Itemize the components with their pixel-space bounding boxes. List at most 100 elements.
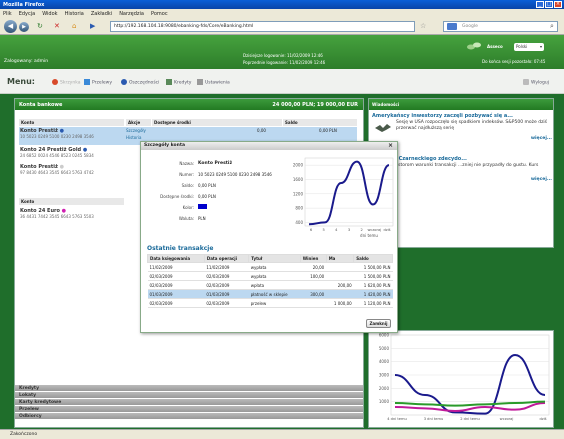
y-tick-label: 1000 xyxy=(379,399,390,404)
news-more-link[interactable]: więcej... xyxy=(372,177,552,182)
x-tick-label: dziś xyxy=(539,417,546,421)
minimize-button[interactable]: _ xyxy=(536,1,544,8)
table-row[interactable]: 01/03/2009 01/03/2009 płatność w sklepie 30… xyxy=(147,289,393,299)
y-tick-label: 5000 xyxy=(379,346,390,351)
star-icon[interactable]: ☆ xyxy=(420,23,426,30)
section-karty[interactable]: Karty kredytowe xyxy=(15,398,363,405)
search-icon[interactable]: ⌕ xyxy=(550,23,554,30)
y-tick-label: 6000 xyxy=(379,333,390,338)
history-chart: 400 800 1200 1600 2000 6 5 4 3 2 wczoraj dziś dni te… xyxy=(293,157,394,238)
table-row[interactable]: 11/02/2009 11/02/2009 wypłata 20,00 1 500,00… xyxy=(147,262,393,272)
menu-oszczednosci[interactable]: Oszczędności xyxy=(121,79,159,86)
home-icon[interactable]: ⌂ xyxy=(72,23,76,30)
forward-icon[interactable]: ▶ xyxy=(19,22,29,32)
table-row[interactable]: 02/03/2009 02/03/2009 wpłata 200,00 1 620,00… xyxy=(147,280,393,290)
logout-button[interactable]: Wyloguj xyxy=(523,79,549,86)
close-window-button[interactable]: × xyxy=(554,1,562,8)
menu-pomoc[interactable]: Pomoc xyxy=(151,11,168,17)
table-header-row: Data księgowania Data operacji Tytuł Win… xyxy=(147,254,393,263)
close-button[interactable]: Zamknij xyxy=(366,319,391,328)
y-tick-label: 2000 xyxy=(293,163,304,168)
account-row-2[interactable]: Konto 24 Prestiż Gold ● 24 6852 0024 454… xyxy=(19,146,124,164)
menu-historia[interactable]: Historia xyxy=(65,11,84,17)
table-cell: 300,00 xyxy=(300,289,327,299)
table-cell: 1 120,00 PLN xyxy=(353,298,393,308)
menu-ustawienia[interactable]: Ustawienia xyxy=(197,79,230,86)
brand-logo-icon xyxy=(466,41,482,51)
col-operation-date[interactable]: Data operacji xyxy=(203,254,250,263)
x-tick-label: wczoraj xyxy=(500,417,514,421)
reload-icon[interactable]: ↻ xyxy=(37,23,43,30)
brand-name: Asseco xyxy=(487,44,503,49)
window-title: Mozilla Firefox xyxy=(3,2,45,8)
section-kredyty[interactable]: Kredyty xyxy=(15,384,363,391)
col-title[interactable]: Tytuł xyxy=(248,254,301,263)
x-tick-label: 2 dni temu xyxy=(460,417,480,421)
table-cell: 02/03/2009 xyxy=(204,271,249,281)
menu-skrzynka[interactable]: Skrzynka xyxy=(52,79,80,86)
news-headline[interactable]: Amerykańscy inwestorzy zaczęli pozbywać … xyxy=(372,113,552,119)
field-label-available: Dostępne środki: xyxy=(160,194,194,199)
language-select[interactable]: Polski ▾ xyxy=(514,43,544,51)
maximize-button[interactable]: □ xyxy=(545,1,553,8)
field-value-number: 10 5023 0249 5100 0230 2498 3546 xyxy=(198,172,272,177)
savings-icon xyxy=(121,79,127,85)
field-label-number: Numer: xyxy=(179,172,194,177)
x-tick-label: 3 dni temu xyxy=(424,417,444,421)
available-funds: 0,00 xyxy=(257,128,266,133)
action-details-link[interactable]: Szczegóły xyxy=(126,128,146,133)
transactions-title: Ostatnie transakcje xyxy=(147,245,214,252)
table-cell: wypłata xyxy=(248,262,301,272)
col-booking-date[interactable]: Data księgowania xyxy=(147,254,205,263)
account-row-3[interactable]: Konto Prestiż ● 97 8430 4643 3545 6643 5… xyxy=(19,163,124,181)
balance-chart-panel: 1000 2000 3000 4000 5000 6000 4 dni temu 3 dni … xyxy=(368,330,554,428)
col-balance[interactable]: Saldo xyxy=(353,254,393,263)
chevron-down-icon: ▾ xyxy=(539,44,542,49)
menu-edycja[interactable]: Edycja xyxy=(19,11,36,17)
section-lokaty[interactable]: Lokaty xyxy=(15,391,363,398)
bookmark-icon[interactable]: ▶ xyxy=(90,23,95,30)
table-row[interactable]: 02/03/2009 02/03/2009 przelew 1 000,00 1 120… xyxy=(147,298,393,308)
search-input[interactable]: Google xyxy=(443,21,558,32)
url-input[interactable]: http://192.168.104.18:9080/ebanking-fds/… xyxy=(110,21,415,32)
field-value-balance: 0,00 PLN xyxy=(198,183,216,188)
news-headline[interactable]: ...Leszka Czarneckiego zdecydo... xyxy=(372,156,552,162)
action-history-link[interactable]: Historia xyxy=(126,135,141,140)
stop-icon[interactable]: ✕ xyxy=(54,23,60,30)
col-debit[interactable]: Winien xyxy=(299,254,327,263)
app-menu: Menu: Skrzynka Przelewy Oszczędności Kre… xyxy=(0,69,564,94)
google-icon[interactable] xyxy=(447,23,457,30)
close-icon[interactable]: × xyxy=(388,142,393,149)
menu-kredyty[interactable]: Kredyty xyxy=(166,79,191,86)
account-row-4[interactable]: Konto 24 Euro ● 36 4431 7442 3545 6643 5… xyxy=(19,207,124,225)
menu-przelewy[interactable]: Przelewy xyxy=(84,79,112,86)
table-cell: 11/02/2009 xyxy=(147,262,205,272)
x-axis-label: dni temu xyxy=(360,233,378,238)
back-icon[interactable]: ◀ xyxy=(4,20,17,33)
section-odbiorcy[interactable]: Odbiorcy xyxy=(15,412,363,419)
menu-widok[interactable]: Widok xyxy=(42,11,57,17)
dialog-header: Szczegóły konta × xyxy=(141,142,397,150)
account-number: 36 4431 7442 3545 6643 5763 5503 xyxy=(20,214,94,219)
x-tick-label: dziś xyxy=(383,228,390,232)
account-number: 24 6852 0024 4546 8523 0245 5834 xyxy=(20,153,94,158)
x-tick-label: 5 xyxy=(323,228,325,232)
news-body: Sesję w USA rozpoczęło się spadkiem inde… xyxy=(396,120,548,131)
section-konto: Konto xyxy=(19,198,124,205)
menu-plik[interactable]: Plik xyxy=(3,11,12,17)
table-row[interactable]: 02/03/2009 02/03/2009 wypłata 100,00 1 500,0… xyxy=(147,271,393,281)
y-tick-label: 3000 xyxy=(379,373,390,378)
window-controls: _ □ × xyxy=(536,1,562,8)
account-number: 97 8430 4643 3545 6643 5763 4742 xyxy=(20,170,94,175)
menu-narzedzia[interactable]: Narzędzia xyxy=(119,11,144,17)
news-more-link[interactable]: więcej... xyxy=(372,136,552,141)
section-przelew[interactable]: Przelew xyxy=(15,405,363,412)
login-now: Dzisiejsze logowanie: 11/02/2009 12:46 xyxy=(243,53,323,58)
menu-zakladki[interactable]: Zakładki xyxy=(91,11,112,17)
credit-icon xyxy=(166,79,172,85)
table-cell: 01/03/2009 xyxy=(147,289,205,299)
navigation-toolbar: ◀ ▶ ↻ ✕ ⌂ ▶ http://192.168.104.18:9080/e… xyxy=(0,18,564,35)
x-tick-label: wczoraj xyxy=(367,228,381,232)
account-details-dialog: Szczegóły konta × Nazwa: Konto Prestiż N… xyxy=(140,141,398,333)
col-credit[interactable]: Ma xyxy=(325,254,355,263)
